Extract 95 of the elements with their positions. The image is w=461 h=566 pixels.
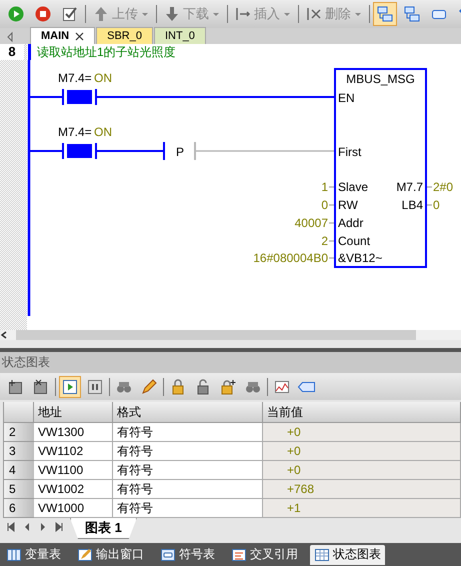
table-cell: VW1100 [34, 461, 113, 480]
input-value: 2 [321, 234, 328, 248]
editor-tab[interactable]: SBR_0 [96, 27, 153, 44]
output-pin: LB4 [402, 198, 423, 212]
input-value: 16#080004B0 [253, 251, 328, 265]
network-number: 8 [0, 44, 24, 60]
editor-tab[interactable]: MAIN [30, 27, 96, 44]
table-icon [6, 546, 22, 562]
panel-tab[interactable]: 交叉引用 [227, 544, 302, 564]
close-icon [75, 32, 84, 40]
contact-address: M7.4= [58, 71, 92, 85]
stop-icon [35, 6, 51, 22]
panel-tab[interactable]: 符号表 [156, 544, 219, 564]
network-icon [377, 6, 393, 22]
table-cell: 有符号 [113, 442, 263, 461]
input-pin: Slave [338, 180, 368, 194]
panel-title: 状态图表 [2, 354, 50, 371]
play-icon [62, 378, 78, 394]
column-header: 地址 [34, 402, 113, 423]
wire [30, 150, 62, 152]
lock-icon [220, 378, 236, 394]
editor-tab[interactable]: INT_0 [154, 27, 206, 44]
list-icon [231, 546, 247, 562]
pencil-icon [141, 378, 157, 394]
block-title: MBUS_MSG [346, 72, 415, 86]
dropdown-caret-icon [283, 10, 291, 18]
add-row-icon [8, 378, 24, 394]
input-pin: RW [338, 198, 358, 212]
up-arrow-icon [93, 6, 109, 22]
row-number: 5 [4, 480, 34, 499]
table-cell: +0 [263, 442, 461, 461]
panel-tab[interactable]: 变量表 [2, 544, 65, 564]
table-cell: 有符号 [113, 423, 263, 442]
input-pin: Addr [338, 216, 364, 230]
contact-address: M7.4= [58, 125, 92, 139]
table-cell: 有符号 [113, 499, 263, 518]
table-cell: +1 [263, 499, 461, 518]
table-cell: +0 [263, 461, 461, 480]
dropdown-caret-icon [141, 10, 149, 18]
column-header: 当前值 [263, 402, 461, 423]
table-cell: +768 [263, 480, 461, 499]
checklist-icon [62, 6, 78, 22]
table-cell: 有符号 [113, 461, 263, 480]
edge-label: P [176, 145, 184, 159]
table-cell: VW1102 [34, 442, 113, 461]
row-number: 2 [4, 423, 34, 442]
dropdown-caret-icon [354, 10, 362, 18]
wire [30, 96, 62, 98]
input-pin: First [338, 145, 362, 159]
trend-chart-icon [274, 378, 290, 394]
panel-tab[interactable]: 状态图表 [310, 544, 385, 564]
toolbar-icon-button[interactable] [59, 376, 81, 398]
grid-icon [314, 546, 330, 562]
last-icon [54, 522, 64, 532]
row-number: 3 [4, 442, 34, 461]
column-header: 格式 [113, 402, 263, 423]
contact-status: ON [94, 125, 112, 139]
input-pin: Count [338, 234, 370, 248]
scrollbar-thumb[interactable] [16, 330, 416, 340]
table-cell: +0 [263, 423, 461, 442]
unlock-icon [195, 378, 211, 394]
sheet-tab[interactable]: 图表 1 [70, 518, 137, 539]
play-icon [8, 6, 24, 22]
network-icon [404, 6, 420, 22]
next-icon [38, 522, 48, 532]
table-cell: VW1000 [34, 499, 113, 518]
table-cell: VW1002 [34, 480, 113, 499]
down-arrow-icon [164, 6, 180, 22]
contact-status: ON [94, 71, 112, 85]
input-pin: &VB12~ [338, 251, 382, 265]
first-icon [6, 522, 16, 532]
dropdown-caret-icon [212, 10, 220, 18]
output-value: 2#0 [433, 180, 454, 194]
output-value: 0 [433, 198, 440, 212]
input-value: 1 [321, 180, 328, 194]
output-pin: M7.7 [396, 180, 423, 194]
pencil-icon [77, 546, 93, 562]
table-cell: 有符号 [113, 480, 263, 499]
network-comment: 读取站地址1的子站光照度 [36, 44, 176, 60]
delete-row-icon [33, 378, 49, 394]
tag-icon [160, 546, 176, 562]
splitter-bar[interactable] [0, 340, 461, 352]
table-cell: VW1300 [34, 423, 113, 442]
input-pin: EN [338, 91, 355, 105]
row-number: 6 [4, 499, 34, 518]
wire [97, 150, 164, 152]
insert-icon [235, 6, 251, 22]
input-value: 0 [321, 198, 328, 212]
delete-icon [306, 6, 322, 22]
lock-icon [170, 378, 186, 394]
row-number: 4 [4, 461, 34, 480]
panel-tab[interactable]: 输出窗口 [73, 544, 148, 564]
left-arrow-icon [6, 30, 14, 44]
input-value: 40007 [294, 216, 328, 230]
pause-icon [87, 378, 103, 394]
